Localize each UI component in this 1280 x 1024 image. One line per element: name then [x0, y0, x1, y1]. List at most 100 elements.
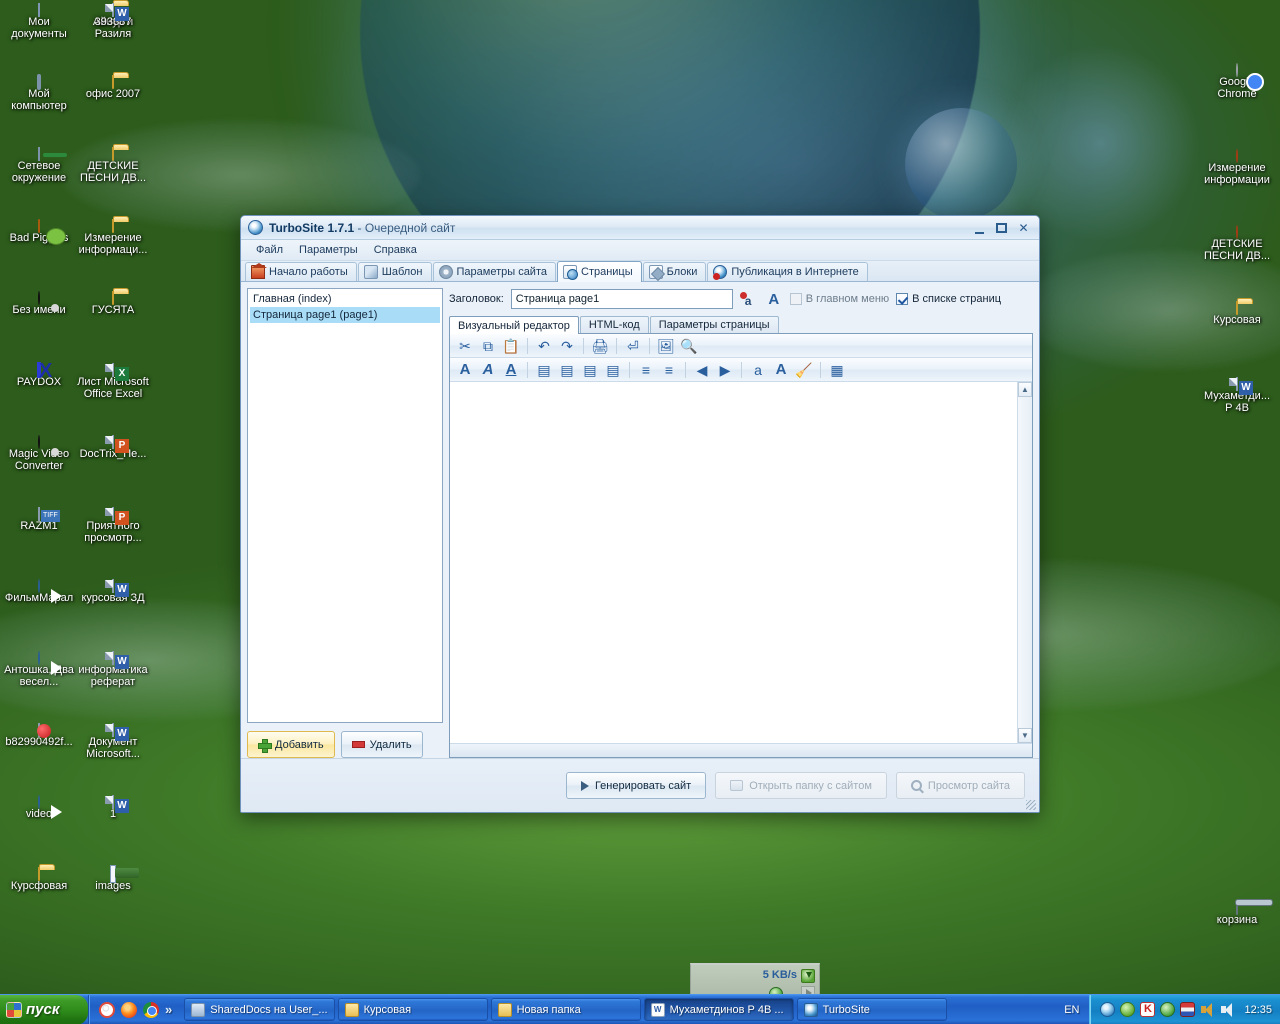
desktop-icon-my-computer-icon[interactable]: Мой компьютер [2, 74, 76, 112]
find-icon[interactable]: 🔍 [679, 336, 699, 356]
editor-tab-bar[interactable]: Визуальный редактор HTML-код Параметры стр… [449, 315, 1033, 334]
turbosite-window[interactable]: TurboSite 1.7.1 - Очередной сайт ✕ Файл П… [240, 215, 1040, 813]
indent-icon[interactable]: ▶ [715, 360, 735, 380]
title-font-icon[interactable] [765, 291, 783, 308]
page-list-item[interactable]: Главная (index) [250, 291, 440, 307]
minimize-button[interactable] [972, 221, 987, 234]
taskbar-task[interactable]: SharedDocs на User_... [184, 998, 335, 1021]
cut-icon[interactable]: ✂ [455, 336, 475, 356]
desktop-icon-excel-document-icon[interactable]: X Лист Microsoft Office Excel [76, 363, 150, 400]
paste-icon[interactable]: 📋 [501, 336, 521, 356]
window-titlebar[interactable]: TurboSite 1.7.1 - Очередной сайт ✕ [241, 216, 1039, 240]
align-left-icon[interactable]: ▤ [534, 360, 554, 380]
kaspersky-icon[interactable] [1140, 1002, 1156, 1017]
more-chevron-icon[interactable]: » [165, 1002, 172, 1017]
delete-page-button[interactable]: Удалить [340, 731, 423, 758]
outdent-icon[interactable]: ◀ [692, 360, 712, 380]
taskbar-task[interactable]: Новая папка [490, 998, 641, 1021]
maximize-button[interactable] [994, 221, 1009, 234]
firefox-icon[interactable] [121, 1001, 137, 1018]
undo-icon[interactable]: ↶ [534, 336, 554, 356]
tab-blocks[interactable]: Блоки [642, 262, 707, 281]
start-button[interactable]: пуск [0, 994, 88, 1024]
redo-icon[interactable]: ↷ [557, 336, 577, 356]
safely-remove-hardware-icon[interactable] [1120, 1002, 1136, 1017]
desktop-icon-recycle-bin-icon[interactable]: корзина [1200, 901, 1274, 926]
desktop-icon-word-document-icon[interactable]: Wкурсовая ЗД [76, 579, 150, 604]
system-tray[interactable]: 12:35 [1089, 994, 1280, 1024]
task-list[interactable]: SharedDocs на User_... Курсовая Новая папк… [178, 995, 1054, 1024]
desktop-icon-firefox-html-icon[interactable]: Измерение информации [1200, 149, 1274, 186]
desktop-icon-folder-icon[interactable]: Курсовая [1200, 301, 1274, 326]
italic-icon[interactable]: A [478, 360, 498, 380]
desktop-icon-word-document-icon[interactable]: Wинформатика реферат [76, 651, 150, 688]
opera-icon[interactable] [99, 1001, 115, 1018]
network-globe-icon[interactable] [1100, 1002, 1116, 1017]
align-justify-icon[interactable]: ▤ [603, 360, 623, 380]
tab-pub[interactable]: Публикация в Интернете [707, 262, 868, 281]
insert-link-icon[interactable]: a [748, 360, 768, 380]
menu-bar[interactable]: Файл Параметры Справка [241, 240, 1039, 261]
editor-tab-0[interactable]: Визуальный редактор [449, 316, 579, 334]
tab-gear[interactable]: Параметры сайта [432, 262, 556, 281]
clear-format-icon[interactable]: 🧹 [794, 360, 814, 380]
page-list-item[interactable]: Страница page1 (page1) [250, 307, 440, 323]
desktop-icon-my-documents-icon[interactable]: Мои документы [2, 3, 76, 40]
desktop-icon-folder-icon[interactable]: офис 2007 [76, 75, 150, 100]
desktop[interactable]: Мои документы Айнур и Разиля Мой компьютер… [0, 0, 1280, 1024]
menu-item-справка[interactable]: Справка [367, 242, 424, 258]
resize-grip[interactable] [1026, 800, 1036, 810]
insert-anchor-icon[interactable] [739, 291, 758, 308]
editor-toolbar-row-2[interactable]: A A A ▤ ▤ ▤ ▤ ≡ ≡ ◀ ▶ a A 🧹 ▦ [450, 358, 1032, 382]
desktop-icon-folder-icon[interactable]: ДЕТСКИЕ ПЕСНИ ДВ... [76, 147, 150, 184]
desktop-icon-video-file-icon[interactable]: Без имени [2, 291, 76, 316]
editor-toolbar-row-1[interactable]: ✂ ⧉ 📋 ↶ ↷ 🖨 ⏎ 🖼 🔍 [450, 334, 1032, 358]
desktop-icon-folder-icon[interactable]: Измерение информаци... [76, 219, 150, 256]
align-right-icon[interactable]: ▤ [580, 360, 600, 380]
editor-vertical-scrollbar[interactable]: ▲ ▼ [1017, 382, 1032, 743]
insert-table-icon[interactable]: ▦ [827, 360, 847, 380]
earth-update-icon[interactable] [1160, 1002, 1176, 1017]
add-page-button[interactable]: Добавить [247, 731, 335, 758]
desktop-icon-word-document-icon[interactable]: W1 [76, 795, 150, 820]
footer-button-play-triangle-icon[interactable]: Генерировать сайт [565, 772, 707, 799]
copy-icon[interactable]: ⧉ [478, 336, 498, 356]
desktop-icon-folder-icon[interactable]: Курсфовая [2, 867, 76, 892]
editor-tab-1[interactable]: HTML-код [579, 316, 649, 333]
menu-item-файл[interactable]: Файл [249, 242, 290, 258]
window-controls[interactable]: ✕ [972, 221, 1035, 235]
desktop-icon-paydox-icon[interactable]: PAYDOX [2, 362, 76, 388]
desktop-icon-powerpoint-document-icon[interactable]: P Приятного просмотр... [76, 507, 150, 544]
volume-icon[interactable] [1200, 1002, 1215, 1017]
desktop-icon-media-player-file-icon[interactable]: video [2, 795, 76, 820]
desktop-icon-google-chrome-icon[interactable]: Google Chrome [1200, 63, 1274, 100]
desktop-icon-powerpoint-document-icon[interactable]: P DocTrix_Пе... [76, 435, 150, 460]
chrome-icon[interactable] [143, 1001, 159, 1018]
page-title-input[interactable] [510, 289, 733, 309]
unordered-list-icon[interactable]: ≡ [659, 360, 679, 380]
tab-brush[interactable]: Шаблон [357, 262, 432, 281]
footer-button-folder-icon[interactable]: Открыть папку с сайтом [715, 772, 887, 799]
desktop-icon-word-document-icon[interactable]: W 393887 [76, 3, 150, 28]
align-center-icon[interactable]: ▤ [557, 360, 577, 380]
taskbar[interactable]: пуск » SharedDocs на User_... Курсовая Нов… [0, 994, 1280, 1024]
clock[interactable]: 12:35 [1240, 1004, 1272, 1016]
desktop-icon-flash-video-icon[interactable]: b82990492f... [2, 723, 76, 748]
bold-icon[interactable]: A [455, 360, 475, 380]
taskbar-task[interactable]: Мухаметдинов Р 4В ... [643, 998, 794, 1021]
close-button[interactable]: ✕ [1016, 221, 1031, 235]
font-color-icon[interactable]: A [771, 360, 791, 380]
desktop-icon-video-file-icon[interactable]: Magic Video Converter [2, 435, 76, 472]
insert-image-icon[interactable]: 🖼 [656, 336, 676, 356]
scroll-down-button[interactable]: ▼ [1018, 728, 1032, 743]
main-tab-bar[interactable]: Начало работы Шаблон Параметры сайта Страни… [241, 261, 1039, 282]
underline-icon[interactable]: A [501, 360, 521, 380]
desktop-icon-word-document-icon[interactable]: W Мухаметди... Р 4В [1200, 377, 1274, 414]
checkbox-in-page-list[interactable]: В списке страниц [896, 293, 1001, 305]
print-icon[interactable]: 🖨 [590, 336, 610, 356]
footer-button-magnifier-icon[interactable]: Просмотр сайта [895, 772, 1025, 799]
taskbar-task[interactable]: TurboSite [796, 998, 947, 1021]
desktop-icon-word-document-icon[interactable]: W Документ Microsoft... [76, 723, 150, 760]
page-list[interactable]: Главная (index) Страница page1 (page1) [247, 288, 443, 723]
editor-tab-2[interactable]: Параметры страницы [649, 316, 779, 333]
